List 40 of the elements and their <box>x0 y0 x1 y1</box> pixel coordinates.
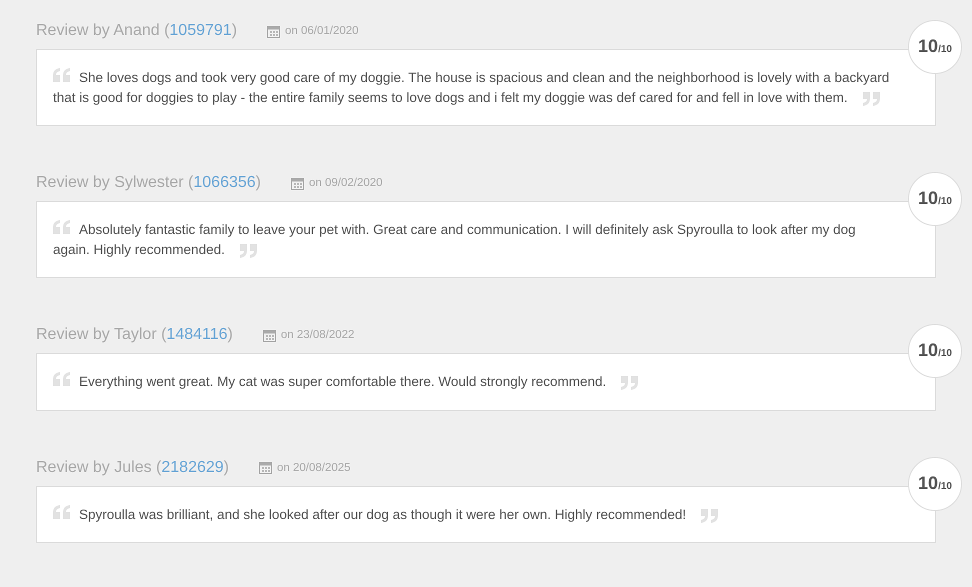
closing-parenthesis: ) <box>224 458 229 476</box>
quote-icon <box>53 220 71 234</box>
score-max: /10 <box>938 480 952 494</box>
quote-icon <box>862 92 880 106</box>
review-author: Review by Jules ( <box>36 458 162 476</box>
review-date: on 06/01/2020 <box>285 25 359 37</box>
reviewer-id-link[interactable]: 1484116 <box>166 326 228 344</box>
calendar-icon <box>259 461 272 474</box>
review-author: Review by Taylor ( <box>36 326 166 344</box>
reviewer-id-link[interactable]: 1059791 <box>169 22 232 40</box>
review-author: Review by Anand ( <box>36 22 170 40</box>
closing-parenthesis: ) <box>232 22 238 40</box>
closing-parenthesis: ) <box>228 326 233 344</box>
review-text: Absolutely fantastic family to leave your pet with. Great care and communication. I will definitely ask Spyroulla to look after my dog again. Highly recommended. <box>53 220 857 259</box>
score-value: 10 <box>918 37 938 57</box>
reviewer-id-link[interactable]: 2182629 <box>161 458 224 476</box>
score-max: /10 <box>938 347 952 362</box>
quote-icon <box>700 508 718 522</box>
score-value: 10 <box>918 189 938 209</box>
calendar-icon <box>291 176 304 190</box>
review-date: on 09/02/2020 <box>309 177 383 189</box>
review-date: on 20/08/2025 <box>277 462 351 474</box>
closing-parenthesis: ) <box>256 174 261 192</box>
quote-icon <box>620 376 638 390</box>
review-text: Spyroulla was brilliant, and she looked after our dog as though it were her own. Highly recommended! <box>53 504 895 524</box>
calendar-icon <box>267 24 280 38</box>
score-max: /10 <box>938 43 952 58</box>
quote-icon <box>53 372 71 386</box>
review-text: She loves dogs and took very good care of my doggie. The house is spacious and clean and the neighborhood is lovely with a backyard that is good for doggies to play - the entire family seems to love dogs and i felt my doggie was def cared for and fell in love with them. <box>53 68 890 107</box>
score-value: 10 <box>918 474 938 494</box>
review-text: Everything went great. My cat was super comfortable there. Would strongly recommend. <box>53 372 895 392</box>
review-author: Review by Sylwester ( <box>36 174 194 192</box>
score-value: 10 <box>918 341 938 361</box>
reviewer-id-link[interactable]: 1066356 <box>193 174 256 192</box>
quote-icon <box>53 68 71 82</box>
score-max: /10 <box>938 195 952 210</box>
quote-icon <box>53 504 71 518</box>
calendar-icon <box>262 328 276 342</box>
quote-icon <box>238 244 257 258</box>
review-date: on 23/08/2022 <box>280 329 354 341</box>
